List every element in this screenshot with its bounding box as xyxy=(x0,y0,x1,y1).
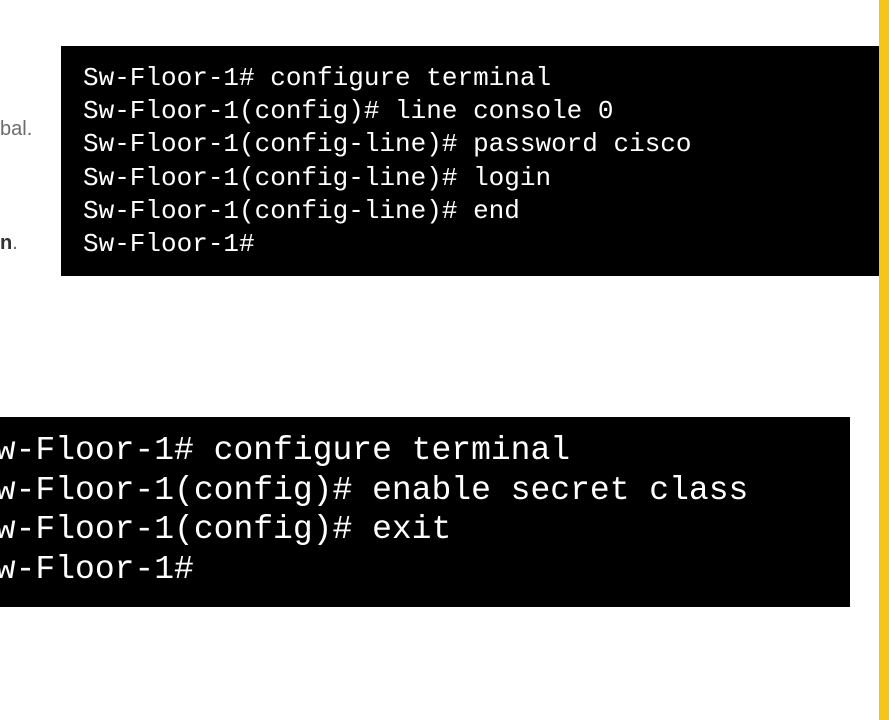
enable-secret-terminal: Sw-Floor-1# configure terminal Sw-Floor-… xyxy=(0,417,850,607)
terminal-line: Sw-Floor-1# configure terminal xyxy=(0,432,571,469)
terminal-line: Sw-Floor-1(config)# line console 0 xyxy=(83,96,614,127)
terminal-line: Sw-Floor-1(config)# exit xyxy=(0,511,452,549)
terminal-line: Sw-Floor-1# xyxy=(83,229,255,260)
terminal-line: Sw-Floor-1# configure terminal xyxy=(83,63,552,93)
terminal-line: Sw-Floor-1(config-line)# password cisco xyxy=(83,129,692,160)
accent-bar xyxy=(879,0,889,720)
terminal-line: Sw-Floor-1(config)# enable secret class xyxy=(0,471,749,509)
terminal-line: Sw-Floor-1(config-line)# end xyxy=(83,195,520,226)
side-note-fragment-2-tail: . xyxy=(12,232,18,254)
side-note-fragment-2: n. xyxy=(0,232,18,255)
terminal-line: Sw-Floor-1(config-line)# login xyxy=(83,162,552,193)
side-note-fragment-1: bal. xyxy=(0,118,33,140)
side-note-fragment-2-bold: n xyxy=(0,232,13,254)
terminal-line: Sw-Floor-1# xyxy=(0,550,194,588)
console-password-terminal: Sw-Floor-1# configure terminal Sw-Floor-… xyxy=(61,46,882,276)
